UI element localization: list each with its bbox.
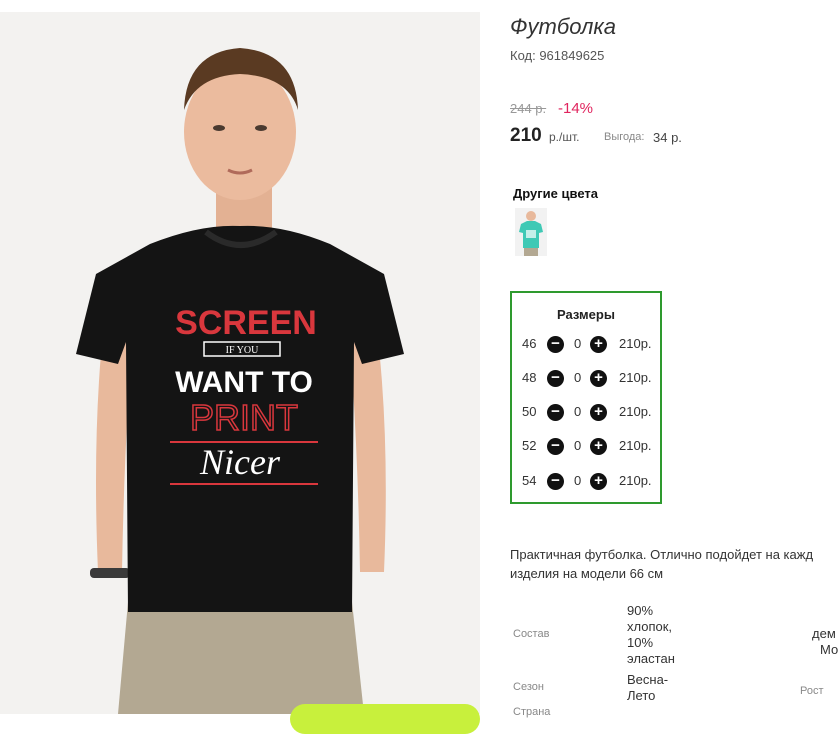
print-print: PRINT — [190, 397, 298, 438]
right-top-line: дем — [812, 626, 836, 641]
spec-label-season: Сезон — [513, 681, 544, 693]
size-quantity: 0 — [574, 370, 582, 385]
minus-circle-icon[interactable]: − — [547, 336, 564, 353]
product-description: Практичная футболка. Отлично подойдет на… — [510, 545, 838, 583]
benefit-label: Выгода: — [604, 131, 645, 143]
size-price: 210р. — [619, 336, 652, 351]
product-photo[interactable]: SCREEN IF YOU WANT TO PRINT Nicer — [0, 12, 480, 714]
spec-label-composition: Состав — [513, 628, 550, 640]
size-quantity: 0 — [574, 438, 582, 453]
plus-circle-icon[interactable]: + — [590, 370, 607, 387]
product-code: Код: 961849625 — [510, 48, 605, 63]
product-title: Футболка — [510, 14, 616, 39]
minus-circle-icon[interactable]: − — [547, 438, 564, 455]
add-to-cart-button[interactable] — [290, 704, 480, 734]
print-want-to: WANT TO — [175, 366, 313, 399]
minus-circle-icon[interactable]: − — [547, 370, 564, 387]
size-quantity: 0 — [574, 473, 582, 488]
size-price: 210р. — [619, 404, 652, 419]
minus-circle-icon[interactable]: − — [547, 473, 564, 490]
size-price: 210р. — [619, 473, 652, 488]
size-label: 48 — [522, 370, 537, 385]
plus-circle-icon[interactable]: + — [590, 438, 607, 455]
size-label: 54 — [522, 473, 537, 488]
description-line: Практичная футболка. Отлично подойдет на… — [510, 547, 814, 562]
print-if-you: IF YOU — [226, 345, 259, 356]
old-price: 244 р. — [510, 101, 547, 116]
size-price: 210р. — [619, 370, 652, 385]
plus-circle-icon[interactable]: + — [590, 473, 607, 490]
size-quantity: 0 — [574, 404, 582, 419]
price-unit: р./шт. — [549, 130, 580, 144]
sizes-title: Размеры — [557, 307, 615, 322]
composition-line: эластан — [627, 651, 675, 666]
discount-badge: -14% — [558, 100, 594, 117]
size-price: 210р. — [619, 438, 652, 453]
size-quantity: 0 — [574, 336, 582, 351]
season-line: Лето — [627, 688, 656, 703]
size-label: 50 — [522, 404, 537, 419]
plus-circle-icon[interactable]: + — [590, 404, 607, 421]
benefit-value: 34 р. — [653, 130, 682, 145]
print-screen: SCREEN — [175, 304, 317, 342]
other-colors-title: Другие цвета — [513, 186, 598, 201]
composition-line: хлопок, — [627, 619, 673, 634]
composition-line: 10% — [627, 635, 654, 650]
print-nicer: Nicer — [199, 442, 281, 482]
spec-value-season: Весна- Лето — [627, 672, 668, 704]
spec-value-right-top: дем Мо — [812, 626, 838, 658]
description-line: изделия на модели 66 см — [510, 566, 664, 581]
season-line: Весна- — [627, 672, 669, 687]
spec-label-height: Рост — [800, 685, 824, 697]
spec-value-composition: 90% хлопок, 10% эластан — [627, 603, 675, 667]
plus-circle-icon[interactable]: + — [590, 336, 607, 353]
sizes-panel: Размеры 46 − 0 + 210р. 48 − 0 + 210р. 50… — [510, 291, 662, 504]
current-price: 210 — [510, 125, 542, 146]
minus-circle-icon[interactable]: − — [547, 404, 564, 421]
composition-line: 90% — [627, 603, 654, 618]
size-label: 52 — [522, 438, 537, 453]
spec-label-country: Страна — [513, 706, 551, 718]
color-swatch-teal[interactable] — [515, 208, 547, 256]
size-label: 46 — [522, 336, 537, 351]
right-top-line: Мо — [820, 642, 838, 657]
